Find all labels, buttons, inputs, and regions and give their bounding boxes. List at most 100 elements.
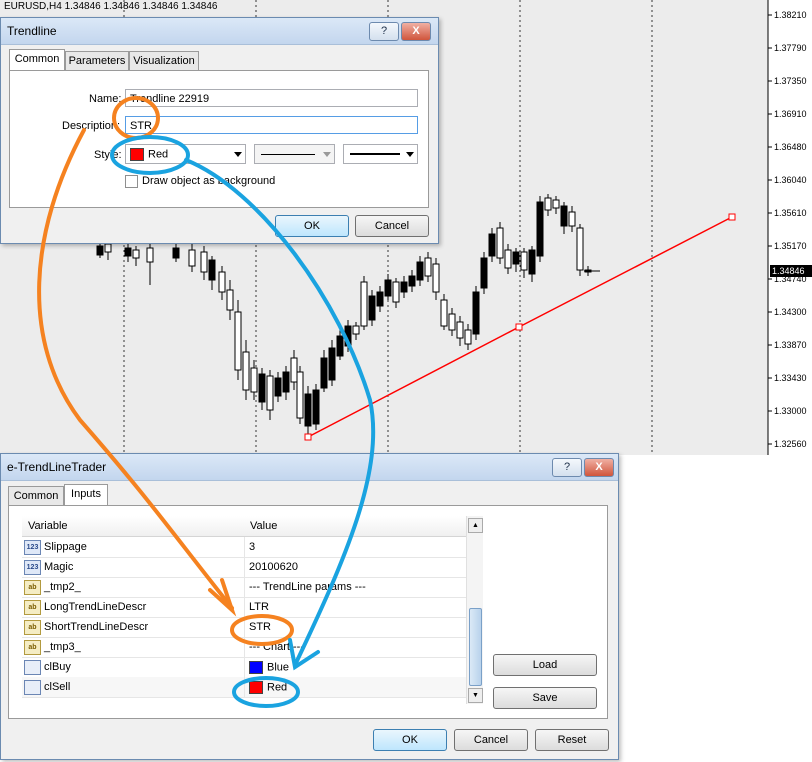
candle-body [448,313,456,331]
trendline-dialog-titlebar[interactable]: Trendline ? X [1,18,438,45]
candle-body [424,257,432,277]
ok-button[interactable]: OK [373,729,447,751]
candle-body [172,247,180,259]
candle-body [400,281,408,293]
column-value[interactable]: Value [250,520,277,532]
color-select[interactable]: Red [125,144,246,164]
candle-body [320,357,328,389]
value-cell[interactable]: Red [244,677,466,697]
trendline-point-start[interactable] [304,433,312,441]
current-price-label: 1.34846 [770,265,812,277]
candle-body [200,251,208,273]
table-row[interactable]: clSell Red [22,677,466,698]
candle-body [488,233,496,257]
value-cell[interactable]: 20100620 [244,557,466,577]
table-scrollbar[interactable]: ▲ ▼ [466,516,483,704]
dialog-title: Trendline [7,24,57,38]
chevron-down-icon [406,152,414,157]
table-row[interactable]: 123 Magic 20100620 [22,557,466,578]
candle-body [146,247,154,263]
trendline-point-mid[interactable] [515,323,523,331]
close-button[interactable]: X [401,22,431,41]
color-swatch [249,681,263,694]
variable-value: 3 [249,541,256,553]
line-style-select[interactable] [254,144,335,164]
string-type-icon: ab [24,640,41,655]
trendline-tabs: Common Parameters Visualization [9,49,429,71]
reset-button[interactable]: Reset [535,729,609,751]
scroll-down-arrow[interactable]: ▼ [468,688,483,703]
candle-body [432,263,440,293]
candle-body [226,289,234,311]
candle-body [576,227,584,271]
background-checkbox[interactable] [125,175,138,188]
value-cell[interactable]: LTR [244,597,466,617]
name-label: Name: [89,93,122,105]
variable-name: LongTrendLineDescr [44,601,147,613]
ok-button[interactable]: OK [275,215,349,237]
name-input[interactable]: Trendline 22919 [125,89,418,107]
scroll-thumb[interactable] [469,608,482,686]
integer-type-icon: 123 [24,540,41,555]
line-width-select[interactable] [343,144,418,164]
candle-body [188,249,196,267]
candle-body [512,251,520,265]
value-cell[interactable]: --- TrendLine params --- [244,577,466,597]
column-variable[interactable]: Variable [28,520,68,532]
color-swatch [249,661,263,674]
price-label: 1.36910 [774,109,807,119]
close-button[interactable]: X [584,458,614,477]
price-label: 1.33870 [774,340,807,350]
save-button[interactable]: Save [493,687,597,709]
candle-body [208,259,216,281]
candle-body [352,325,360,335]
price-label: 1.35610 [774,208,807,218]
candle-body [312,389,320,425]
description-input[interactable]: STR [125,116,418,134]
cancel-button[interactable]: Cancel [454,729,528,751]
tab-parameters[interactable]: Parameters [65,51,129,70]
candle-body [274,377,282,397]
table-row[interactable]: 123 Slippage 3 [22,537,466,558]
candle-body [472,291,480,335]
tab-common[interactable]: Common [8,486,64,505]
value-cell[interactable]: Blue [244,657,466,677]
candle-body [456,321,464,339]
load-button[interactable]: Load [493,654,597,676]
value-cell[interactable]: --- Chart --- [244,637,466,657]
integer-type-icon: 123 [24,560,41,575]
trendline-point-end[interactable] [728,213,736,221]
candle-body [480,257,488,289]
tab-inputs[interactable]: Inputs [64,484,108,505]
tab-common[interactable]: Common [9,49,65,70]
color-value: Red [148,148,169,161]
variable-value: Red [267,681,288,694]
price-label: 1.37350 [774,76,807,86]
value-cell[interactable]: STR [244,617,466,637]
background-checkbox-label: Draw object as background [142,175,276,187]
help-button[interactable]: ? [369,22,399,41]
candle-body [336,335,344,357]
price-label: 1.34300 [774,307,807,317]
table-row[interactable]: ab _tmp3_ --- Chart --- [22,637,466,658]
variable-name: clBuy [44,661,71,673]
help-button[interactable]: ? [552,458,582,477]
scroll-up-arrow[interactable]: ▲ [468,518,483,533]
inputs-table[interactable]: Variable Value 123 Slippage 3 123 Magic 20100… [22,516,466,704]
variable-name: Slippage [44,541,87,553]
table-row[interactable]: clBuy Blue [22,657,466,678]
tab-visualization[interactable]: Visualization [129,51,199,70]
price-axis: 1.38210 1.37790 1.37350 1.36910 1.36480 1.360… [768,10,807,449]
candle-body [544,197,552,211]
candle-body [304,393,312,427]
table-row[interactable]: ab LongTrendLineDescr LTR [22,597,466,618]
table-row[interactable]: ab _tmp2_ --- TrendLine params --- [22,577,466,598]
ea-dialog-titlebar[interactable]: e-TrendLineTrader ? X [1,454,618,481]
table-row[interactable]: ab ShortTrendLineDescr STR [22,617,466,638]
candle-body [266,375,274,411]
value-cell[interactable]: 3 [244,537,466,557]
candle-body [360,281,368,327]
cancel-button[interactable]: Cancel [355,215,429,237]
string-type-icon: ab [24,620,41,635]
candle-body [568,211,576,227]
